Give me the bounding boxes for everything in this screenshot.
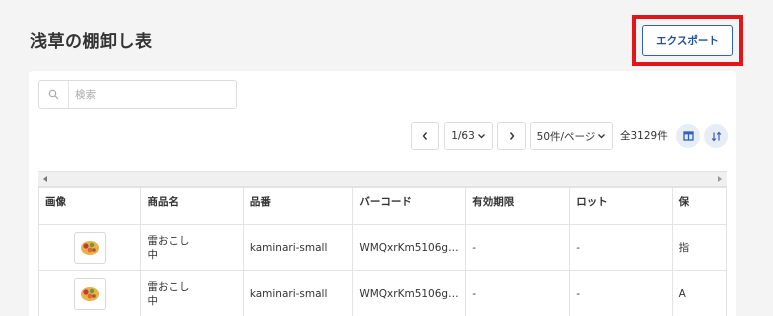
prev-page-button[interactable] [411,122,439,150]
column-header-lot[interactable]: ロット [569,187,673,225]
cell-barcode: WMQxrKm5106g… [352,224,467,271]
scroll-right-icon[interactable] [718,176,722,182]
search-input[interactable] [69,81,236,108]
page-indicator: 1/63 [451,130,475,142]
search-icon [39,81,69,108]
cell-product-name: 雷おこし中 [140,224,244,271]
product-thumbnail[interactable] [73,231,106,264]
column-header-truncated[interactable]: 保 [671,187,727,225]
chevron-down-icon [477,134,485,139]
page-title: 浅草の棚卸し表 [30,32,153,52]
chevron-down-icon [598,134,606,139]
column-header-image[interactable]: 画像 [38,187,142,225]
page-select[interactable]: 1/63 [444,122,493,150]
table-header-row: 画像 商品名 品番 バーコード 有効期限 ロット 保 [38,187,727,225]
column-header-barcode[interactable]: バーコード [352,187,467,225]
scroll-left-icon[interactable] [43,176,47,182]
cell-sku: kaminari-small [242,224,354,271]
cell-sku: kaminari-small [242,270,354,316]
cell-lot: - [569,224,673,271]
column-header-sku[interactable]: 品番 [242,187,354,225]
sort-icon [711,131,721,141]
horizontal-scrollbar[interactable] [38,171,727,187]
chevron-right-icon [509,132,514,140]
export-highlight: エクスポート [632,15,743,66]
export-button[interactable]: エクスポート [642,25,733,56]
per-page-select[interactable]: 50件/ページ [530,122,613,150]
sort-button[interactable] [704,124,728,148]
next-page-button[interactable] [497,122,526,150]
table-container: 画像 商品名 品番 バーコード 有効期限 ロット 保 雷おこし中 kaminar… [38,171,727,316]
column-header-expiry[interactable]: 有効期限 [465,187,571,225]
column-settings-button[interactable] [676,124,700,148]
per-page-value: 50件/ページ [536,130,596,143]
inventory-table: 画像 商品名 品番 バーコード 有効期限 ロット 保 雷おこし中 kaminar… [38,187,727,316]
product-thumbnail[interactable] [73,277,106,310]
cell-truncated: 指 [671,224,727,271]
cell-lot: - [569,270,673,316]
cell-image [38,224,142,271]
columns-icon [682,131,694,141]
cell-barcode: WMQxrKm5106g… [352,270,467,316]
cell-image [38,270,142,316]
cell-expiry: - [465,270,571,316]
search-box[interactable] [38,80,237,109]
table-row[interactable]: 雷おこし中 kaminari-small WMQxrKm5106g… - - A [38,270,727,316]
chevron-left-icon [422,132,428,140]
column-header-product-name[interactable]: 商品名 [140,187,244,225]
cell-truncated: A [671,270,727,316]
total-count: 全3129件 [620,130,668,142]
cell-product-name: 雷おこし中 [140,270,244,316]
table-row[interactable]: 雷おこし中 kaminari-small WMQxrKm5106g… - - 指 [38,224,727,271]
inventory-card: 1/63 50件/ページ 全3129件 画像 商品名 品番 [29,71,736,316]
cell-expiry: - [465,224,571,271]
